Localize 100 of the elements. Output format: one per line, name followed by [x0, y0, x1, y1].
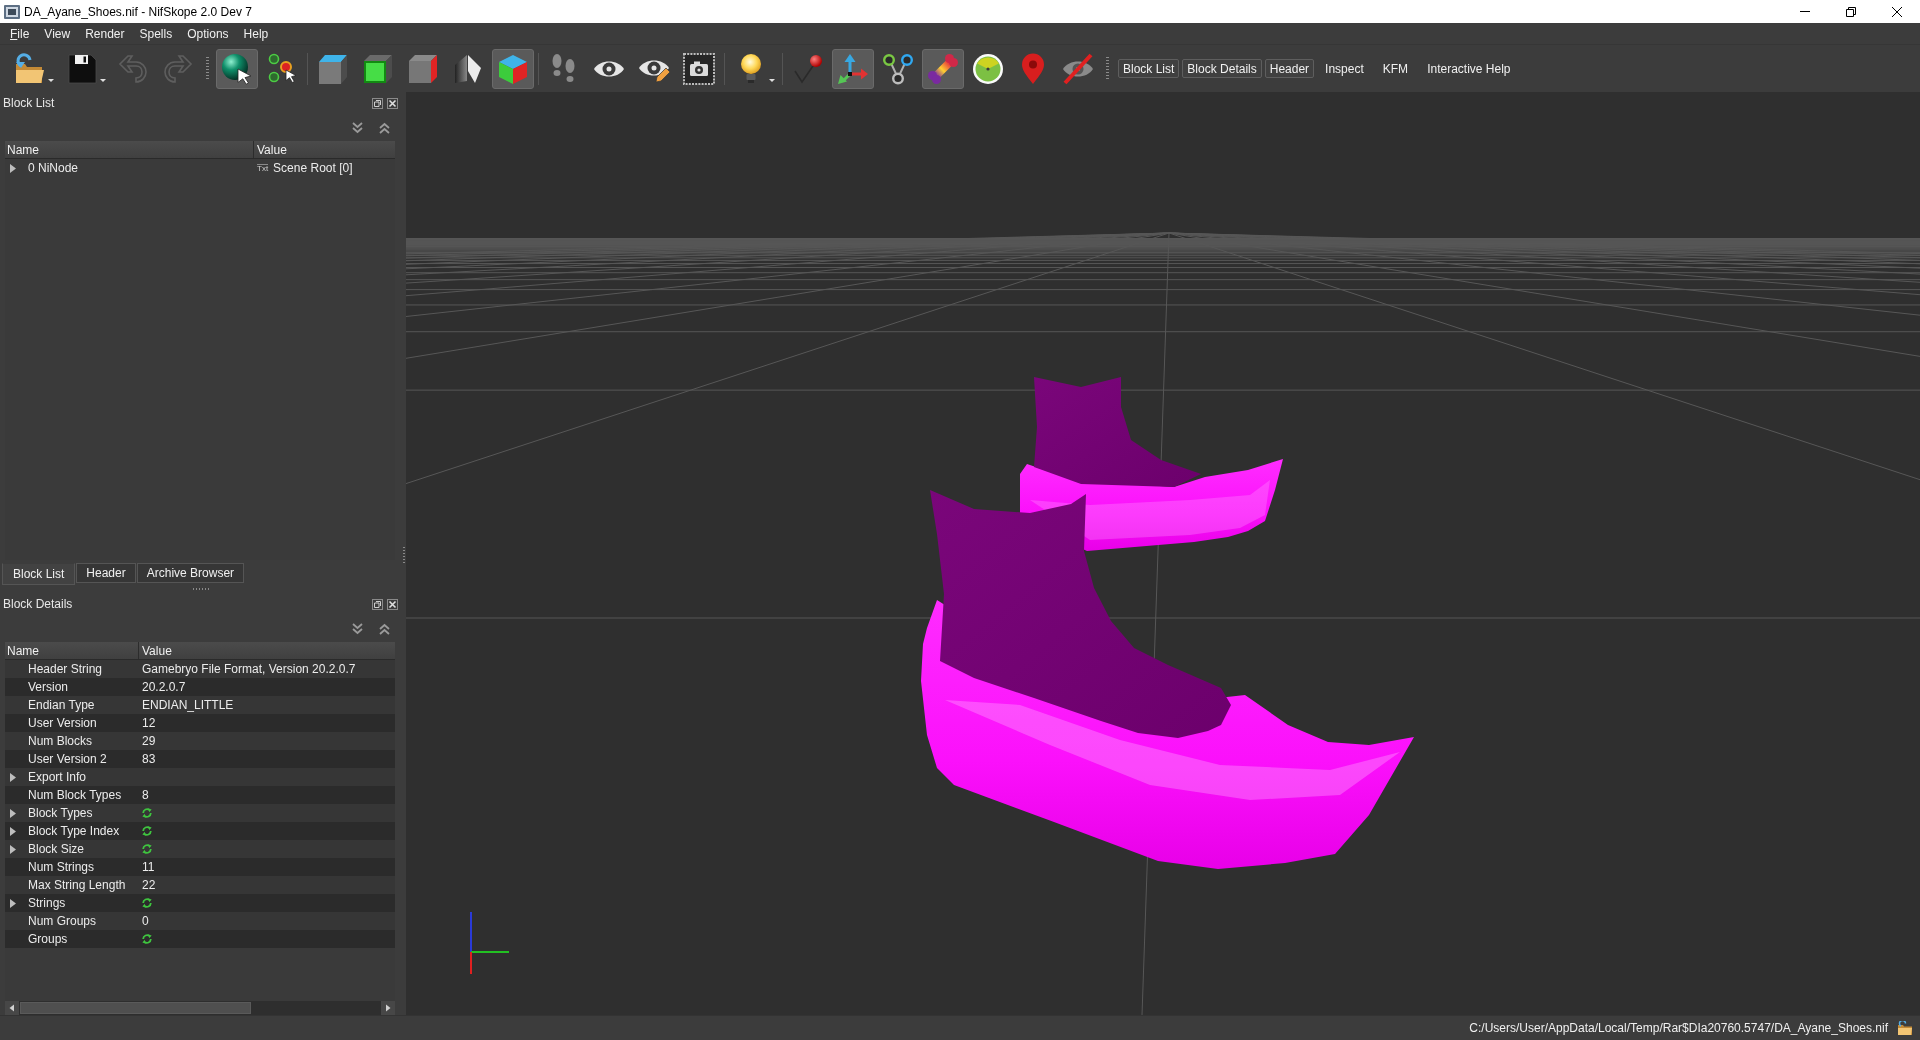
planes-icon	[452, 52, 484, 85]
table-row[interactable]: User Version 12	[5, 714, 395, 732]
table-cell: Block Types	[28, 806, 93, 820]
horizontal-scrollbar[interactable]	[5, 1001, 395, 1015]
sphere-cursor-icon	[221, 52, 253, 85]
restore-icon	[1846, 6, 1856, 17]
cycle-arrows-icon	[142, 934, 152, 944]
nodes-cursor-icon	[266, 52, 298, 85]
table-cell: 20.2.0.7	[142, 680, 186, 694]
tab[interactable]: Archive Browser	[136, 563, 245, 583]
expand-arrow-icon[interactable]	[10, 772, 16, 782]
menu-item[interactable]: File	[3, 24, 38, 43]
table-row[interactable]: Block Types	[5, 804, 395, 822]
column-header[interactable]: Name	[5, 642, 139, 659]
crossed-eye-icon	[1062, 52, 1094, 85]
tree-item[interactable]: 0 NiNode	[28, 161, 79, 175]
column-header[interactable]: Value	[139, 642, 395, 659]
table-cell: 12	[142, 716, 156, 730]
table-row[interactable]: Max String Length 22	[5, 876, 395, 894]
axes-icon	[837, 52, 869, 85]
tab[interactable]: Header	[76, 563, 136, 583]
expand-arrow-icon[interactable]	[10, 826, 16, 836]
expand-arrow-icon[interactable]	[10, 898, 16, 908]
table-row[interactable]: Groups	[5, 930, 395, 948]
panel-title: Block Details	[3, 597, 73, 611]
table-cell: User Version	[28, 716, 97, 730]
dock-toggle-button[interactable]: Header	[1264, 59, 1315, 78]
double-chevron-up-icon[interactable]	[379, 121, 390, 134]
table-cell: Block Size	[28, 842, 85, 856]
tool-button[interactable]	[216, 48, 258, 89]
dock-toggle-button[interactable]: Interactive Help	[1419, 59, 1519, 78]
dock-toggle-button[interactable]: Block List	[1118, 59, 1180, 78]
cycle-arrows-icon	[142, 898, 152, 908]
close-icon	[1892, 6, 1902, 17]
table-row[interactable]: Strings	[5, 894, 395, 912]
cube-icon	[497, 52, 529, 85]
table-row[interactable]: Num Blocks 29	[5, 732, 395, 750]
open-folder-icon	[14, 52, 46, 85]
cycle-arrows-icon	[142, 844, 152, 854]
menu-item[interactable]: Options	[180, 24, 237, 43]
menu-item[interactable]: Help	[236, 24, 277, 43]
table-row[interactable]: Num Strings 11	[5, 858, 395, 876]
panel-title: Block List	[3, 96, 55, 110]
table-cell: Scene Root [0]	[273, 161, 353, 175]
window-title: DA_Ayane_Shoes.nif - NifSkope 2.0 Dev 7	[24, 4, 252, 19]
float-icon[interactable]	[372, 598, 383, 610]
minimize-icon	[1800, 11, 1810, 12]
3d-viewport[interactable]	[406, 92, 1920, 1015]
dock-toggle-button[interactable]: Inspect	[1317, 59, 1372, 78]
dropdown-arrow-icon	[48, 78, 54, 82]
table-cell: Block Type Index	[28, 824, 120, 838]
scroll-right-icon[interactable]	[381, 1001, 395, 1015]
scrollbar-thumb[interactable]	[20, 1002, 251, 1014]
table-row[interactable]: Export Info	[5, 768, 395, 786]
table-cell: Export Info	[28, 770, 87, 784]
table-row[interactable]: Endian Type ENDIAN_LITTLE	[5, 696, 395, 714]
double-chevron-down-icon[interactable]	[352, 121, 363, 134]
float-icon[interactable]	[372, 97, 383, 109]
table-cell: Header String	[28, 662, 103, 676]
table-cell: Gamebryo File Format, Version 20.2.0.7	[142, 662, 356, 676]
dock-toggle-button[interactable]: KFM	[1374, 59, 1417, 78]
close-icon[interactable]	[387, 598, 398, 610]
cube-side-face-icon	[407, 52, 439, 85]
table-cell: Num Blocks	[28, 734, 92, 748]
cube-top-face-icon	[317, 52, 349, 85]
grip-icon[interactable]	[1106, 56, 1109, 81]
axis-gizmo-icon	[469, 912, 509, 974]
column-header[interactable]: Name	[5, 141, 254, 158]
folder-icon	[1898, 1021, 1912, 1035]
double-chevron-up-icon[interactable]	[379, 623, 390, 635]
close-icon[interactable]	[387, 97, 398, 109]
table-cell: 22	[142, 878, 156, 892]
grip-icon[interactable]	[206, 56, 209, 81]
tab[interactable]: Block List	[2, 563, 76, 585]
camera-icon	[683, 52, 715, 85]
menu-item[interactable]: View	[37, 24, 79, 43]
table-cell: ENDIAN_LITTLE	[142, 698, 234, 712]
expand-arrow-icon[interactable]	[10, 808, 16, 818]
dropdown-arrow-icon	[769, 78, 775, 82]
file-path: C:/Users/User/AppData/Local/Temp/Rar$DIa20760.5747/DA_Ayane_Shoes.nif	[1469, 1021, 1888, 1035]
table-row[interactable]: User Version 2 83	[5, 750, 395, 768]
grip-icon[interactable]	[193, 587, 209, 590]
pin-icon	[792, 52, 824, 85]
table-cell: 29	[142, 734, 156, 748]
scroll-left-icon[interactable]	[5, 1001, 19, 1015]
expand-arrow-icon[interactable]	[10, 844, 16, 854]
table-row[interactable]: Header String Gamebryo File Format, Version 20.2.0.7	[5, 660, 395, 678]
menu-item[interactable]: Render	[78, 24, 133, 43]
bone-icon	[927, 52, 959, 85]
column-header[interactable]: Value	[254, 141, 395, 158]
double-chevron-down-icon[interactable]	[352, 623, 363, 635]
expand-arrow-icon[interactable]	[10, 163, 16, 173]
table-row[interactable]: Block Type Index	[5, 822, 395, 840]
menu-item[interactable]: Spells	[132, 24, 181, 43]
table-row[interactable]: Num Block Types 8	[5, 786, 395, 804]
table-row[interactable]: Block Size	[5, 840, 395, 858]
cube-front-face-icon	[362, 52, 394, 85]
table-row[interactable]: Version 20.2.0.7	[5, 678, 395, 696]
dock-toggle-button[interactable]: Block Details	[1182, 59, 1262, 78]
table-row[interactable]: Num Groups 0	[5, 912, 395, 930]
